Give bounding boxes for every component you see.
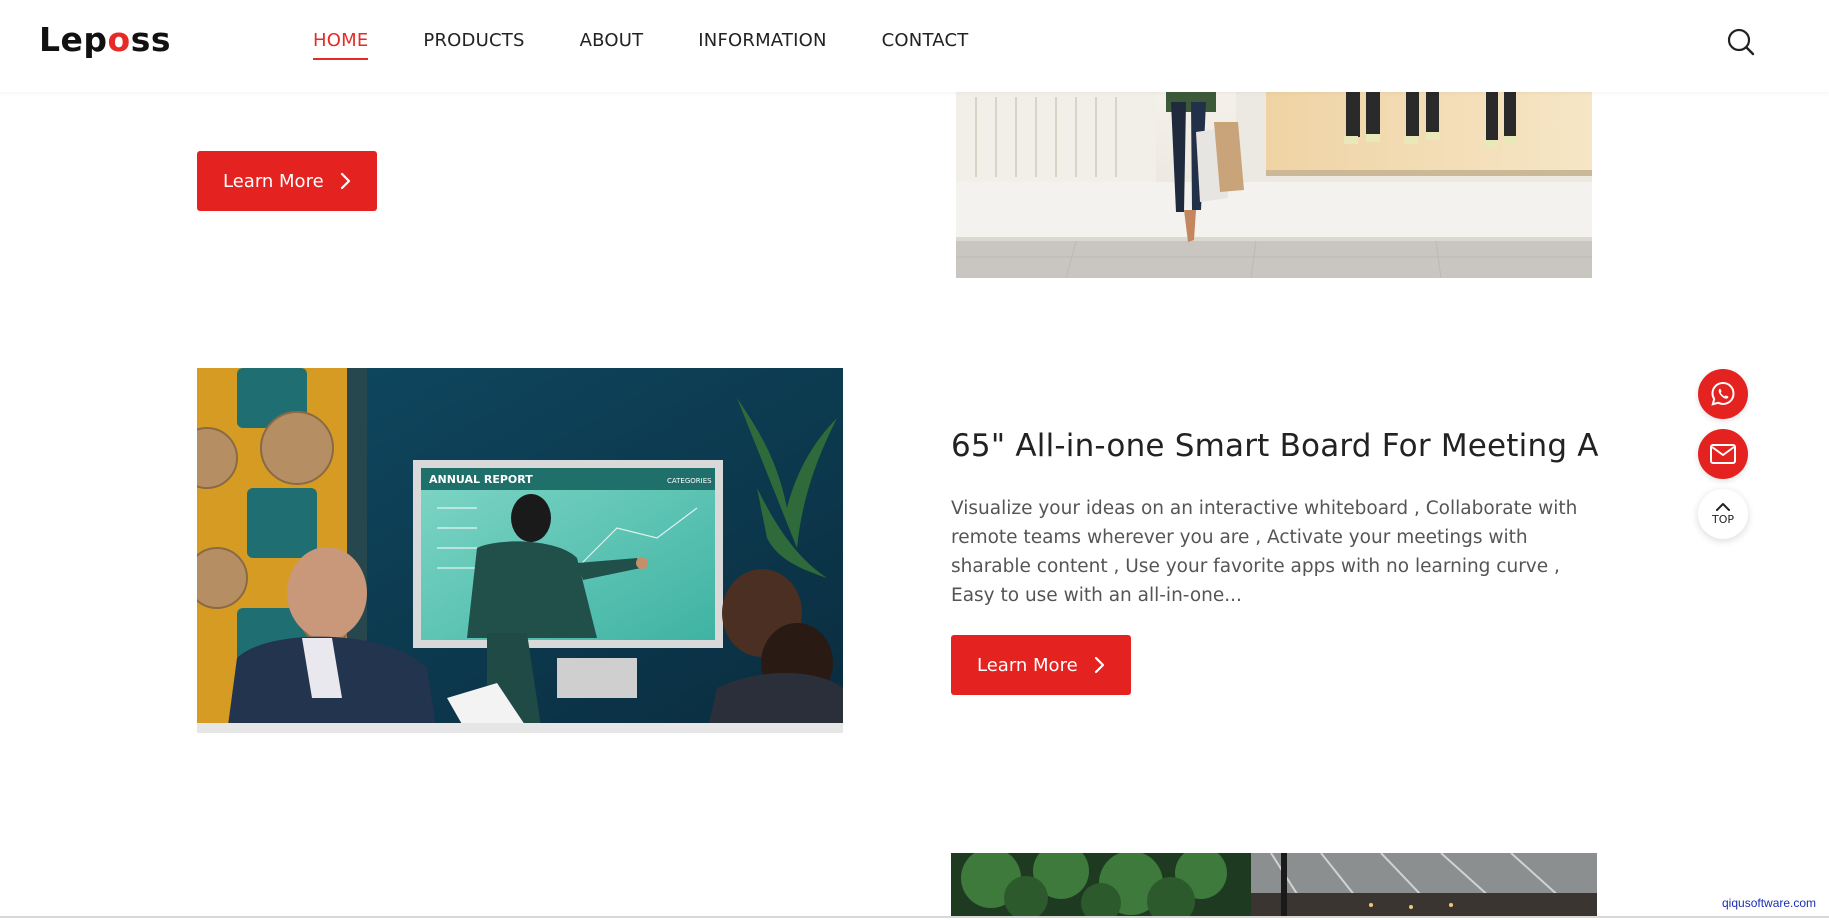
logo-prefix: Lep [39, 20, 108, 59]
shopping-storefront-photo [956, 92, 1592, 278]
city-trees-building-photo [951, 853, 1597, 916]
learn-more-label-2: Learn More [977, 654, 1078, 676]
email-icon [1710, 444, 1736, 464]
watermark-text: qiqusoftware.com [1722, 896, 1817, 910]
nav-about[interactable]: ABOUT [580, 30, 644, 60]
bottom-divider [0, 916, 1829, 918]
logo-suffix: ss [130, 20, 171, 59]
meeting-room-smartboard-photo: ANNUAL REPORT CATEGORIES [197, 368, 843, 733]
learn-more-button-2[interactable]: Learn More [951, 635, 1131, 695]
search-icon[interactable] [1726, 27, 1756, 57]
nav-contact[interactable]: CONTACT [882, 30, 969, 60]
back-to-top-button[interactable]: TOP [1698, 489, 1748, 539]
product-title[interactable]: 65" All-in-one Smart Board For Meeting A… [951, 428, 1601, 464]
nav-information[interactable]: INFORMATION [698, 30, 826, 60]
site-header: Leposs HOME PRODUCTS ABOUT INFORMATION C… [0, 0, 1829, 92]
chevron-up-icon [1716, 503, 1730, 511]
learn-more-label-1: Learn More [223, 170, 324, 192]
nav-products[interactable]: PRODUCTS [423, 30, 524, 60]
screen-title-text: ANNUAL REPORT [429, 473, 533, 486]
learn-more-button-1[interactable]: Learn More [197, 151, 377, 211]
chevron-right-icon [340, 172, 351, 190]
screen-categories-text: CATEGORIES [667, 477, 712, 485]
back-to-top-label: TOP [1711, 513, 1734, 526]
site-logo[interactable]: Leposs [39, 20, 171, 59]
email-button[interactable] [1698, 429, 1748, 479]
whatsapp-button[interactable] [1698, 369, 1748, 419]
whatsapp-icon [1711, 381, 1735, 406]
logo-accent: o [107, 20, 131, 59]
product-description: Visualize your ideas on an interactive w… [951, 498, 1578, 606]
nav-home[interactable]: HOME [313, 30, 369, 60]
main-nav: HOME PRODUCTS ABOUT INFORMATION CONTACT [313, 30, 1023, 60]
chevron-right-icon [1094, 656, 1105, 674]
